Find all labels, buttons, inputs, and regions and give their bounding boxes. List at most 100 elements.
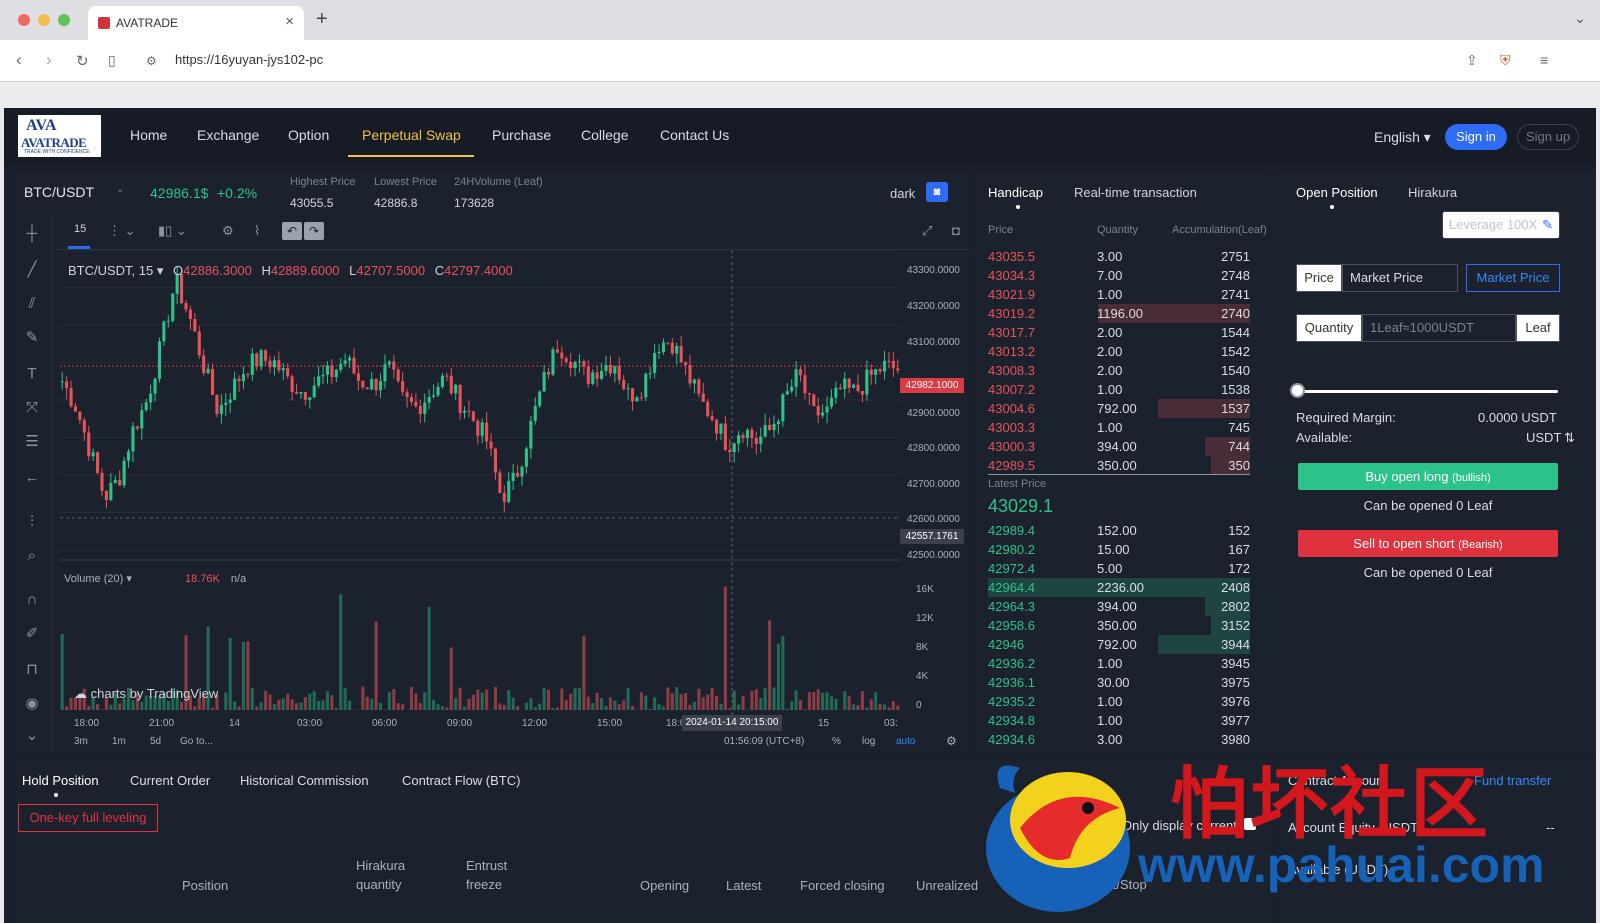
transfer-icon[interactable]: ⇅ [1564,430,1575,446]
legend-symbol[interactable]: BTC/USDT, 15 ▾ [68,263,163,278]
volume-indicator-label[interactable]: Volume (20) ▾ [64,573,132,585]
trend-line-icon[interactable]: ╱ [22,260,42,280]
brush-icon[interactable]: ✎ [22,328,42,348]
range-1m[interactable]: 1m [112,736,126,747]
back-icon[interactable]: ‹ [16,50,22,70]
menu-college[interactable]: College [581,127,628,143]
buy-open-long-button[interactable]: Buy open long (bullish) [1298,463,1558,490]
leverage-input[interactable]: Leverage 100X ✎ [1442,211,1560,239]
bid-row[interactable]: 42934.8 1.00 3977 [988,711,1250,730]
pattern-icon[interactable]: ⤧ [22,398,42,418]
share-icon[interactable]: ⇪ [1466,52,1478,69]
range-5d[interactable]: 5d [150,736,161,747]
redo-button[interactable]: ↷ [304,222,324,240]
bid-row[interactable]: 42972.4 5.00 172 [988,559,1250,578]
ask-row[interactable]: 42989.5 350.00 350 [988,456,1250,475]
candle-type-icon[interactable]: ▮▯ ⌄ [158,223,187,239]
bid-row[interactable]: 42989.4 152.00 152 [988,521,1250,540]
menu-perpetual-swap[interactable]: Perpetual Swap [362,127,461,143]
bid-row[interactable]: 42934.6 3.00 3980 [988,730,1250,749]
settings-icon[interactable]: ⚙ [222,223,234,239]
indicators-icon[interactable]: ⌇ [254,223,260,239]
brave-shield-icon[interactable]: ⛨ [1500,52,1511,69]
menu-home[interactable]: Home [130,127,167,143]
minimize-window-button[interactable] [38,14,50,26]
bookmark-icon[interactable]: ▯ [108,52,116,69]
ask-row[interactable]: 43003.3 1.00 745 [988,418,1250,437]
price-input[interactable]: Market Price [1342,264,1458,292]
tradingview-watermark[interactable]: ☁ charts by TradingView [74,686,218,702]
ask-row[interactable]: 43008.3 2.00 1540 [988,361,1250,380]
one-key-full-leveling-button[interactable]: One-key full leveling [18,804,158,832]
reload-icon[interactable]: ↻ [76,52,89,70]
scale-log[interactable]: log [862,736,875,747]
sign-up-button[interactable]: Sign up [1517,124,1579,150]
ask-row[interactable]: 43000.3 394.00 744 [988,437,1250,456]
ask-row[interactable]: 43021.9 1.00 2741 [988,285,1250,304]
theme-toggle[interactable]: ◙ [926,182,948,202]
bid-row[interactable]: 42936.1 30.00 3975 [988,673,1250,692]
lock-drawing-icon[interactable]: ✐ [22,624,42,644]
quantity-slider-track[interactable] [1296,390,1558,393]
ask-row[interactable]: 43034.3 7.00 2748 [988,266,1250,285]
bid-row[interactable]: 42946 792.00 3944 [988,635,1250,654]
screenshot-icon[interactable]: ◘ [952,223,960,238]
tab-list-chevron-icon[interactable]: ⌄ [1574,10,1586,27]
language-selector[interactable]: English ▾ [1374,129,1431,146]
address-bar[interactable]: https://16yuyan-jys102-pc [175,52,323,67]
crosshair-icon[interactable]: ┼ [22,224,42,244]
only-display-current-checkbox[interactable] [1244,818,1256,830]
pair-dropdown-icon[interactable]: ⌄ [116,184,124,195]
ask-row[interactable]: 43035.5 3.00 2751 [988,247,1250,266]
magnet-icon[interactable]: ∩ [22,590,42,610]
undo-button[interactable]: ↶ [282,222,302,240]
bid-row[interactable]: 42935.2 1.00 3976 [988,692,1250,711]
menu-purchase[interactable]: Purchase [492,127,551,143]
menu-contact-us[interactable]: Contact Us [660,127,729,143]
tab-open-position[interactable]: Open Position [1296,185,1378,200]
zoom-window-button[interactable] [58,14,70,26]
site-logo[interactable]: AVA AVATRADE TRADE WITH CONFIDENCE [18,115,101,157]
bid-row[interactable]: 42964.3 394.00 2802 [988,597,1250,616]
tab-hold-position[interactable]: Hold Position [22,773,99,788]
fib-icon[interactable]: ⫽ [22,294,42,314]
menu-exchange[interactable]: Exchange [197,127,259,143]
market-price-button[interactable]: Market Price [1466,264,1560,292]
close-tab-icon[interactable]: × [285,13,294,30]
tab-current-order[interactable]: Current Order [130,773,210,788]
forward-icon[interactable]: › [46,50,52,70]
quantity-slider-handle[interactable] [1290,383,1305,398]
chart-settings-icon[interactable]: ⚙ [946,734,957,748]
lock-icon[interactable]: ⊓ [22,660,42,680]
interval-selector[interactable]: 15 [74,223,86,235]
close-window-button[interactable] [18,14,30,26]
ask-row[interactable]: 43019.2 1196.00 2740 [988,304,1250,323]
range-3m[interactable]: 3m [74,736,88,747]
ask-row[interactable]: 43017.7 2.00 1544 [988,323,1250,342]
scale-percent[interactable]: % [832,736,841,747]
zoom-in-icon[interactable]: ⌕ [22,546,42,566]
text-tool-icon[interactable]: T [22,364,42,384]
site-settings-icon[interactable]: ⚙ [146,54,157,68]
candlestick-chart[interactable] [60,250,900,726]
measure-icon[interactable]: ☰ [22,432,42,452]
tab-handicap[interactable]: Handicap [988,185,1043,200]
collapse-chevron-icon[interactable]: ⌄ [22,726,42,746]
browser-tab[interactable]: AVATRADE × [88,6,304,40]
bid-row[interactable]: 42958.6 350.00 3152 [988,616,1250,635]
tab-hirakura[interactable]: Hirakura [1408,185,1457,200]
bid-row[interactable]: 42936.2 1.00 3945 [988,654,1250,673]
more-intervals-icon[interactable]: ⋮ ⌄ [108,223,136,239]
menu-option[interactable]: Option [288,127,329,143]
go-to-date[interactable]: Go to... [180,736,213,747]
tab-realtime-transaction[interactable]: Real-time transaction [1074,185,1197,200]
sell-open-short-button[interactable]: Sell to open short (Bearish) [1298,530,1558,557]
fund-transfer-link[interactable]: Fund transfer [1474,773,1551,788]
scale-auto[interactable]: auto [896,736,915,747]
forecast-icon[interactable]: ⫶ [22,512,42,532]
quantity-input[interactable]: 1Leaf≈1000USDT [1362,314,1516,342]
sign-in-button[interactable]: Sign in [1445,124,1507,150]
pair-selector[interactable]: BTC/USDT [24,184,94,200]
ask-row[interactable]: 43013.2 2.00 1542 [988,342,1250,361]
tab-contract-flow[interactable]: Contract Flow (BTC) [402,773,520,788]
